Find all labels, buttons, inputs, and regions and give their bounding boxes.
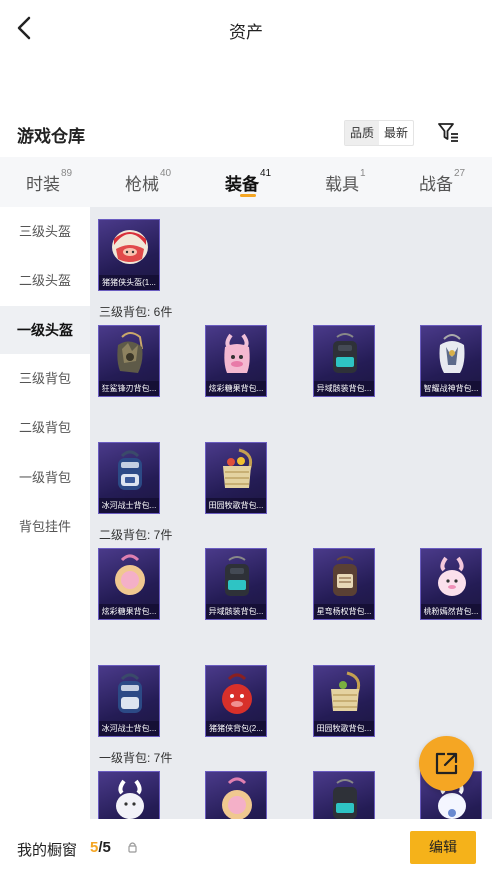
backpack-icon bbox=[331, 671, 361, 711]
sidebar-item-helmet-l2[interactable]: 二级头盔 bbox=[0, 257, 90, 305]
item-card[interactable]: 冰河战士背包... bbox=[98, 665, 160, 737]
sidebar-item-helmet-l3[interactable]: 三级头盔 bbox=[0, 208, 90, 256]
item-label: 炫彩糖果背包... bbox=[99, 604, 159, 619]
item-label: 炫彩糖果背包... bbox=[206, 381, 266, 396]
backpack-icon bbox=[222, 777, 252, 819]
item-label: 冰河战士背包... bbox=[99, 721, 159, 736]
item-card[interactable]: 狂鲨锋刃背包... bbox=[98, 325, 160, 397]
helmet-icon bbox=[112, 230, 148, 264]
edit-button[interactable]: 编辑 bbox=[410, 831, 476, 864]
sidebar: 三级头盔 二级头盔 一级头盔 三级背包 二级背包 一级背包 背包挂件 bbox=[0, 207, 90, 819]
backpack-icon bbox=[222, 673, 252, 714]
item-label: 猪猪侠头盔(1... bbox=[99, 275, 159, 290]
backpack-icon bbox=[333, 779, 357, 819]
section-title-backpack-l2: 二级背包: 7件 bbox=[99, 528, 173, 542]
category-tabs: 时装89 枪械40 装备41 载具1 战备27 bbox=[0, 157, 492, 207]
backpack-icon bbox=[439, 334, 465, 373]
lock-icon bbox=[128, 842, 137, 853]
sort-quality-button[interactable]: 品质 bbox=[345, 121, 380, 145]
backpack-icon bbox=[333, 333, 357, 373]
item-card[interactable]: 冰河战士背包... bbox=[98, 442, 160, 514]
external-link-icon bbox=[435, 752, 458, 775]
item-card[interactable]: 猪猪侠背包(2... bbox=[205, 665, 267, 737]
tab-guns[interactable]: 枪械40 bbox=[125, 168, 171, 195]
item-label: 异域骸装背包... bbox=[206, 604, 266, 619]
showcase-count: 5/5 bbox=[90, 839, 111, 856]
item-card[interactable] bbox=[313, 771, 375, 819]
sidebar-item-pendant[interactable]: 背包挂件 bbox=[0, 503, 90, 551]
item-card[interactable]: 炫彩糖果背包... bbox=[205, 325, 267, 397]
item-label: 田园牧歌背包... bbox=[314, 721, 374, 736]
item-label: 智耀战神背包... bbox=[421, 381, 481, 396]
tab-vehicles[interactable]: 载具1 bbox=[325, 168, 366, 195]
share-fab-button[interactable] bbox=[419, 736, 474, 791]
sidebar-item-backpack-l3[interactable]: 三级背包 bbox=[0, 355, 90, 403]
backpack-icon bbox=[438, 556, 466, 596]
filter-icon[interactable] bbox=[436, 120, 460, 144]
backpack-icon bbox=[333, 556, 357, 596]
backpack-icon bbox=[116, 779, 144, 819]
item-card[interactable]: 异域骸装背包... bbox=[313, 325, 375, 397]
tab-equipment[interactable]: 装备41 bbox=[225, 168, 271, 195]
warehouse-title: 游戏仓库 bbox=[17, 127, 85, 146]
item-grid: 猪猪侠头盔(1... 三级背包: 6件 狂鲨锋刃背包... 炫彩糖果背包... … bbox=[90, 207, 492, 819]
item-card[interactable] bbox=[98, 771, 160, 819]
tab-fashion[interactable]: 时装89 bbox=[26, 168, 72, 195]
item-card[interactable] bbox=[205, 771, 267, 819]
backpack-icon bbox=[225, 556, 249, 596]
section-title-backpack-l1: 一级背包: 7件 bbox=[99, 751, 173, 765]
item-card[interactable]: 田园牧歌背包... bbox=[205, 442, 267, 514]
item-card[interactable]: 智耀战神背包... bbox=[420, 325, 482, 397]
sort-latest-button[interactable]: 最新 bbox=[379, 121, 413, 145]
item-label: 桃粉嫣然背包... bbox=[421, 604, 481, 619]
sort-toggle: 品质 最新 bbox=[344, 120, 415, 146]
sidebar-item-helmet-l1[interactable]: 一级头盔 bbox=[0, 306, 90, 354]
item-card[interactable]: 异域骸装背包... bbox=[205, 548, 267, 620]
backpack-icon bbox=[223, 448, 253, 488]
backpack-icon bbox=[118, 673, 142, 713]
sidebar-item-backpack-l2[interactable]: 二级背包 bbox=[0, 404, 90, 452]
item-label: 冰河战士背包... bbox=[99, 498, 159, 513]
showcase-label: 我的橱窗 bbox=[17, 842, 78, 859]
backpack-icon bbox=[118, 450, 142, 490]
item-label: 星弯杨权背包... bbox=[314, 604, 374, 619]
header: 资产 bbox=[0, 0, 492, 58]
item-label: 异域骸装背包... bbox=[314, 381, 374, 396]
item-label: 猪猪侠背包(2... bbox=[206, 721, 266, 736]
section-title-backpack-l3: 三级背包: 6件 bbox=[99, 305, 173, 319]
backpack-icon bbox=[117, 332, 143, 373]
active-tab-indicator bbox=[240, 194, 256, 197]
backpack-icon bbox=[224, 333, 250, 373]
item-card[interactable]: 田园牧歌背包... bbox=[313, 665, 375, 737]
tab-supplies[interactable]: 战备27 bbox=[419, 168, 465, 195]
bottom-bar: 我的橱窗 5/5 编辑 bbox=[0, 819, 492, 876]
item-card[interactable]: 桃粉嫣然背包... bbox=[420, 548, 482, 620]
page-title: 资产 bbox=[229, 23, 263, 42]
sidebar-item-backpack-l1[interactable]: 一级背包 bbox=[0, 454, 90, 502]
item-label: 田园牧歌背包... bbox=[206, 498, 266, 513]
item-card[interactable]: 猪猪侠头盔(1... bbox=[98, 219, 160, 291]
item-card[interactable]: 炫彩糖果背包... bbox=[98, 548, 160, 620]
item-card[interactable]: 星弯杨权背包... bbox=[313, 548, 375, 620]
backpack-icon bbox=[115, 554, 145, 595]
item-label: 狂鲨锋刃背包... bbox=[99, 381, 159, 396]
